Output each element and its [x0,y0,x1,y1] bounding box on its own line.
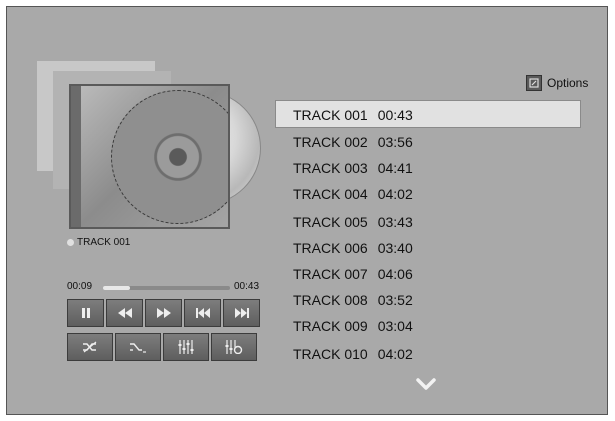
progress-fill [103,286,130,290]
previous-track-button[interactable] [184,299,221,327]
sound-settings-icon [225,340,243,354]
track-row[interactable]: TRACK 002 03:56 [293,134,413,150]
pause-icon [81,308,90,318]
fast-forward-button[interactable] [145,299,182,327]
equalizer-icon [178,340,194,354]
options-icon [526,75,542,91]
track-row[interactable]: TRACK 001 00:43 [293,107,413,123]
track-row[interactable]: TRACK 009 03:04 [293,318,413,334]
track-title: TRACK 007 [293,266,368,282]
track-title: TRACK 008 [293,292,368,308]
elapsed-time: 00:09 [67,281,93,292]
track-duration: 03:43 [377,214,413,230]
options-button[interactable]: Options [526,74,588,92]
repeat-button[interactable] [115,333,161,361]
next-icon [234,308,249,318]
track-duration: 00:43 [377,107,413,123]
repeat-icon [130,343,146,353]
rewind-icon [117,308,132,318]
track-duration: 04:02 [377,186,413,202]
shuffle-icon [83,341,97,353]
track-row[interactable]: TRACK 008 03:52 [293,292,413,308]
track-row[interactable]: TRACK 007 04:06 [293,266,413,282]
fast-forward-icon [156,308,171,318]
track-duration: 04:06 [377,266,413,282]
track-title: TRACK 001 [293,107,368,123]
track-row[interactable]: TRACK 004 04:02 [293,186,413,202]
options-label: Options [547,76,589,90]
player-screen: Options TRACK 001 00:09 00:43 TRACK 001 … [6,6,608,415]
sound-settings-button[interactable] [211,333,257,361]
now-playing-indicator-icon [67,239,74,246]
track-row[interactable]: TRACK 003 04:41 [293,160,413,176]
track-duration: 03:56 [377,134,413,150]
now-playing-title: TRACK 001 [77,237,131,248]
track-duration: 03:52 [377,292,413,308]
track-title: TRACK 004 [293,186,368,202]
next-track-button[interactable] [223,299,260,327]
track-duration: 04:02 [377,346,413,362]
equalizer-button[interactable] [163,333,209,361]
track-duration: 03:04 [377,318,413,334]
progress-bar[interactable] [103,286,230,290]
now-playing: TRACK 001 [67,237,130,248]
track-duration: 03:40 [377,240,413,256]
track-row[interactable]: TRACK 010 04:02 [293,346,413,362]
album-art [69,84,230,229]
track-title: TRACK 002 [293,134,368,150]
track-row[interactable]: TRACK 005 03:43 [293,214,413,230]
case-spine [71,86,81,227]
track-title: TRACK 009 [293,318,368,334]
track-title: TRACK 006 [293,240,368,256]
cd-icon [111,90,228,224]
shuffle-button[interactable] [67,333,113,361]
track-duration: 04:41 [377,160,413,176]
total-time: 00:43 [234,281,260,292]
previous-icon [195,308,210,318]
scroll-down-icon[interactable] [416,378,436,392]
track-row[interactable]: TRACK 006 03:40 [293,240,413,256]
pause-button[interactable] [67,299,104,327]
rewind-button[interactable] [106,299,143,327]
track-title: TRACK 005 [293,214,368,230]
track-title: TRACK 010 [293,346,368,362]
track-title: TRACK 003 [293,160,368,176]
